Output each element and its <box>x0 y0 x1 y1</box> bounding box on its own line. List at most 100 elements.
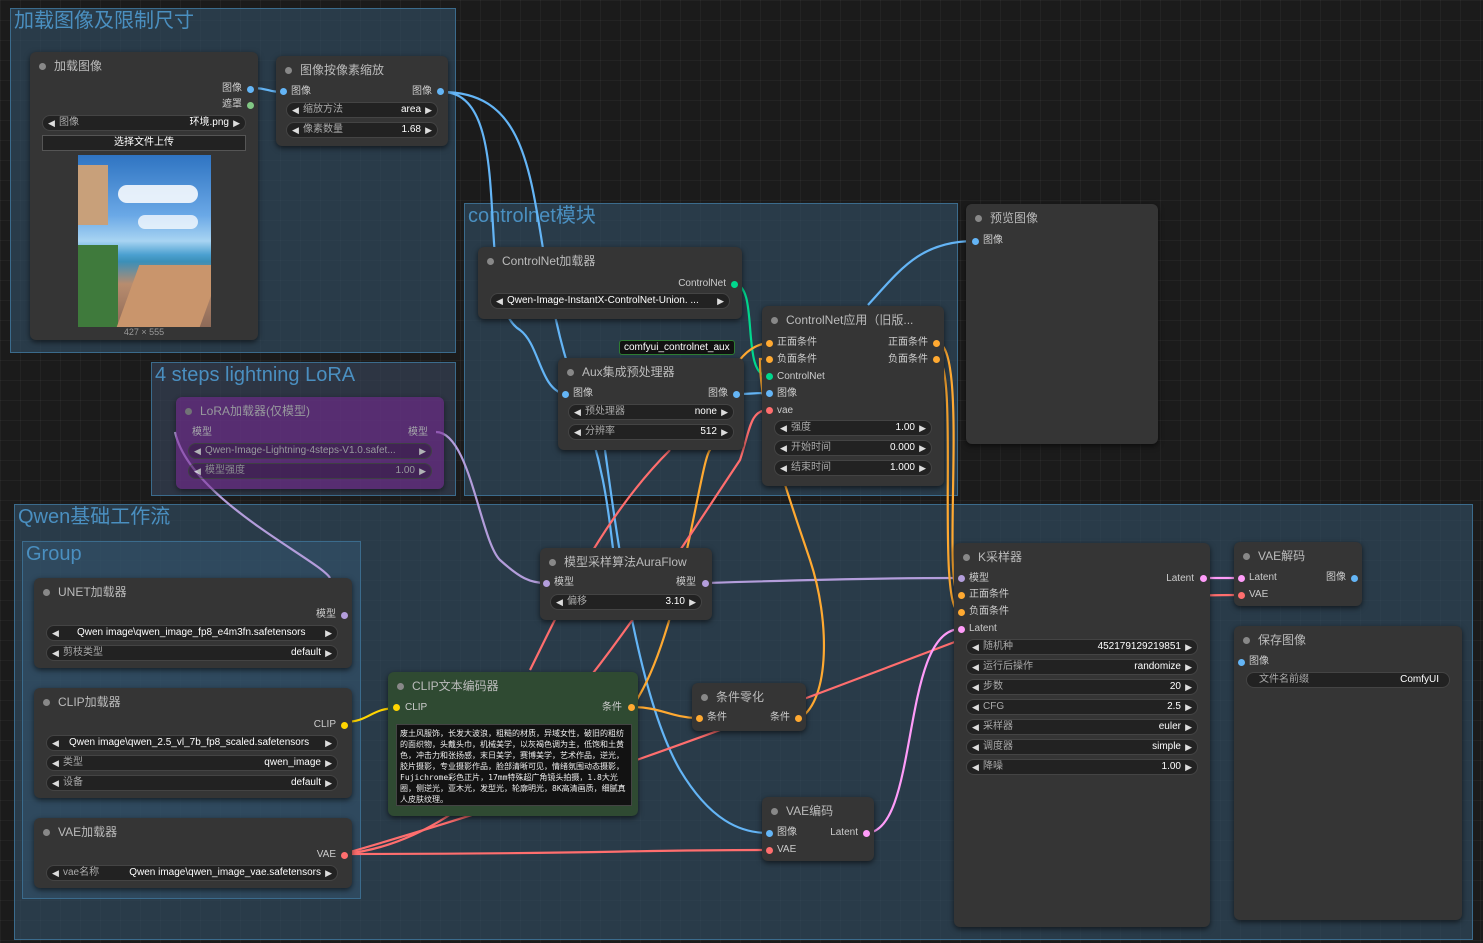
output-positive-label: 正面条件 <box>888 337 928 348</box>
input-vae-dot[interactable] <box>766 847 773 854</box>
resolution-input[interactable]: ◀ 分辨率 512 ▶ <box>568 424 734 440</box>
image-dimensions: 427 × 555 <box>123 327 165 337</box>
device-select[interactable]: ◀ 设备 default ▶ <box>46 775 338 791</box>
output-negative-dot[interactable] <box>933 356 940 363</box>
input-image-dot[interactable] <box>562 391 569 398</box>
output-vae-label: VAE <box>316 849 336 860</box>
input-image-dot[interactable] <box>972 238 979 245</box>
strength-input[interactable]: ◀ 强度 1.00 ▶ <box>774 420 932 436</box>
controlnet-model-select[interactable]: ◀ Qwen-Image-InstantX-ControlNet-Union. .… <box>490 293 730 309</box>
output-positive-dot[interactable] <box>933 340 940 347</box>
input-latent-label: Latent <box>1249 572 1277 583</box>
input-positive-label: 正面条件 <box>969 589 1009 600</box>
control-after-generate-select[interactable]: ◀ 运行后操作 randomize ▶ <box>966 659 1198 675</box>
prompt-textarea[interactable]: 废土风服饰，长发大波浪，粗糙的材质，异域女性，破旧的粗纺的面织物，头戴头巾，机械… <box>396 724 632 806</box>
output-latent-dot[interactable] <box>863 830 870 837</box>
input-model-dot[interactable] <box>543 580 550 587</box>
vae-loader-node[interactable]: VAE加载器 VAE ◀ vae名称 Qwen image\qwen_image_v… <box>34 818 352 888</box>
unet-loader-node[interactable]: UNET加载器 模型 ◀ Qwen image\qwen_image_fp8_e4… <box>34 578 352 668</box>
input-vae-dot[interactable] <box>766 407 773 414</box>
preview-image-node[interactable]: 预览图像 图像 <box>966 204 1158 444</box>
input-latent-dot[interactable] <box>1238 575 1245 582</box>
input-image-label: 图像 <box>291 86 311 97</box>
seed-input[interactable]: ◀ 随机种 452179129219851 ▶ <box>966 639 1198 655</box>
input-image-dot[interactable] <box>766 830 773 837</box>
shift-input[interactable]: ◀ 偏移 3.10 ▶ <box>550 594 702 610</box>
lora-name-select[interactable]: ◀ Qwen-Image-Lightning-4steps-V1.0.safet.… <box>188 443 432 459</box>
filename-prefix-input[interactable]: 文件名前缀 ComfyUI <box>1246 672 1450 688</box>
output-clip-dot[interactable] <box>341 722 348 729</box>
conditioning-zero-node[interactable]: 条件零化 条件 条件 <box>692 683 806 731</box>
upload-button[interactable]: 选择文件上传 <box>42 135 246 151</box>
megapixels-input[interactable]: ◀ 像素数量 1.68 ▶ <box>286 122 438 138</box>
output-conditioning-dot[interactable] <box>795 715 802 722</box>
scale-method-select[interactable]: ◀ 缩放方法 area ▶ <box>286 102 438 118</box>
start-percent-input[interactable]: ◀ 开始时间 0.000 ▶ <box>774 440 932 456</box>
ksampler-node[interactable]: K采样器 模型 Latent 正面条件 负面条件 Latent ◀ 随机种 4521… <box>954 543 1210 927</box>
output-image-label: 图像 <box>708 388 728 399</box>
output-image-dot[interactable] <box>247 86 254 93</box>
input-vae-label: VAE <box>1249 589 1269 600</box>
input-latent-dot[interactable] <box>958 626 965 633</box>
output-model-dot[interactable] <box>341 612 348 619</box>
scheduler-select[interactable]: ◀ 调度器 simple ▶ <box>966 739 1198 755</box>
input-positive-dot[interactable] <box>958 592 965 599</box>
output-conditioning-dot[interactable] <box>628 704 635 711</box>
unet-name-select[interactable]: ◀ Qwen image\qwen_image_fp8_e4m3fn.safete… <box>46 625 338 641</box>
sampler-select[interactable]: ◀ 采样器 euler ▶ <box>966 719 1198 735</box>
end-percent-input[interactable]: ◀ 结束时间 1.000 ▶ <box>774 460 932 476</box>
output-mask-dot[interactable] <box>247 102 254 109</box>
controlnet-loader-node[interactable]: ControlNet加载器 ControlNet ◀ Qwen-Image-Ins… <box>478 247 742 319</box>
load-image-node[interactable]: 加载图像 图像 遮罩 ◀ 图像 环境.png ▶ 选择文件上传 427 × 555 <box>30 52 258 340</box>
output-model-label: 模型 <box>316 609 336 620</box>
node-title: 加载图像 <box>30 52 258 80</box>
input-negative-dot[interactable] <box>766 356 773 363</box>
aux-preprocessor-node[interactable]: Aux集成预处理器 图像 图像 ◀ 预处理器 none ▶ ◀ 分辨率 512 ▶ <box>558 358 744 450</box>
clip-text-encode-node[interactable]: CLIP文本编码器 CLIP 条件 废土风服饰，长发大波浪，粗糙的材质，异域女性… <box>388 672 638 816</box>
input-model-dot[interactable] <box>958 575 965 582</box>
controlnet-apply-node[interactable]: ControlNet应用（旧版... 正面条件 正面条件 负面条件 负面条件 C… <box>762 306 944 486</box>
output-controlnet-dot[interactable] <box>731 281 738 288</box>
clip-name-select[interactable]: ◀ Qwen image\qwen_2.5_vl_7b_fp8_scaled.sa… <box>46 735 338 751</box>
output-vae-dot[interactable] <box>341 852 348 859</box>
vae-encode-node[interactable]: VAE编码 图像 Latent VAE <box>762 797 874 861</box>
input-image-dot[interactable] <box>766 390 773 397</box>
arrow-left-icon[interactable]: ◀ <box>48 116 55 130</box>
output-latent-dot[interactable] <box>1200 575 1207 582</box>
input-image-label: 图像 <box>573 388 593 399</box>
output-image-dot[interactable] <box>733 391 740 398</box>
image-scale-node[interactable]: 图像按像素缩放 图像 图像 ◀ 缩放方法 area ▶ ◀ 像素数量 1.68 ▶ <box>276 56 448 146</box>
auraflow-sampling-node[interactable]: 模型采样算法AuraFlow 模型 模型 ◀ 偏移 3.10 ▶ <box>540 548 712 620</box>
input-clip-dot[interactable] <box>393 704 400 711</box>
weight-dtype-select[interactable]: ◀ 剪枝类型 default ▶ <box>46 645 338 661</box>
wire-image <box>441 90 617 561</box>
output-image-dot[interactable] <box>437 88 444 95</box>
arrow-right-icon[interactable]: ▶ <box>233 116 240 130</box>
lora-strength-input[interactable]: ◀ 模型强度 1.00 ▶ <box>188 463 432 479</box>
clip-loader-node[interactable]: CLIP加载器 CLIP ◀ Qwen image\qwen_2.5_vl_7b_… <box>34 688 352 798</box>
save-image-node[interactable]: 保存图像 图像 文件名前缀 ComfyUI <box>1234 626 1462 920</box>
input-conditioning-dot[interactable] <box>696 715 703 722</box>
vae-name-select[interactable]: ◀ vae名称 Qwen image\qwen_image_vae.safetens… <box>46 865 338 881</box>
node-title: 模型采样算法AuraFlow <box>540 548 712 576</box>
output-image-dot[interactable] <box>1351 575 1358 582</box>
input-negative-dot[interactable] <box>958 609 965 616</box>
vae-decode-node[interactable]: VAE解码 Latent 图像 VAE <box>1234 542 1362 606</box>
steps-input[interactable]: ◀ 步数 20 ▶ <box>966 679 1198 695</box>
image-select[interactable]: ◀ 图像 环境.png ▶ <box>42 115 246 131</box>
node-title: CLIP文本编码器 <box>388 672 638 700</box>
input-positive-dot[interactable] <box>766 340 773 347</box>
clip-type-select[interactable]: ◀ 类型 qwen_image ▶ <box>46 755 338 771</box>
preprocessor-select[interactable]: ◀ 预处理器 none ▶ <box>568 404 734 420</box>
output-model-dot[interactable] <box>702 580 709 587</box>
denoise-input[interactable]: ◀ 降噪 1.00 ▶ <box>966 759 1198 775</box>
input-vae-dot[interactable] <box>1238 592 1245 599</box>
input-controlnet-dot[interactable] <box>766 373 773 380</box>
input-image-dot[interactable] <box>280 88 287 95</box>
cfg-input[interactable]: ◀ CFG 2.5 ▶ <box>966 699 1198 715</box>
output-model-label: 模型 <box>408 427 428 438</box>
output-image-label: 图像 <box>1326 572 1346 583</box>
input-image-dot[interactable] <box>1238 659 1245 666</box>
lora-loader-node[interactable]: LoRA加载器(仅模型) 模型 模型 ◀ Qwen-Image-Lightning… <box>176 397 444 489</box>
node-title: VAE加载器 <box>34 818 352 846</box>
